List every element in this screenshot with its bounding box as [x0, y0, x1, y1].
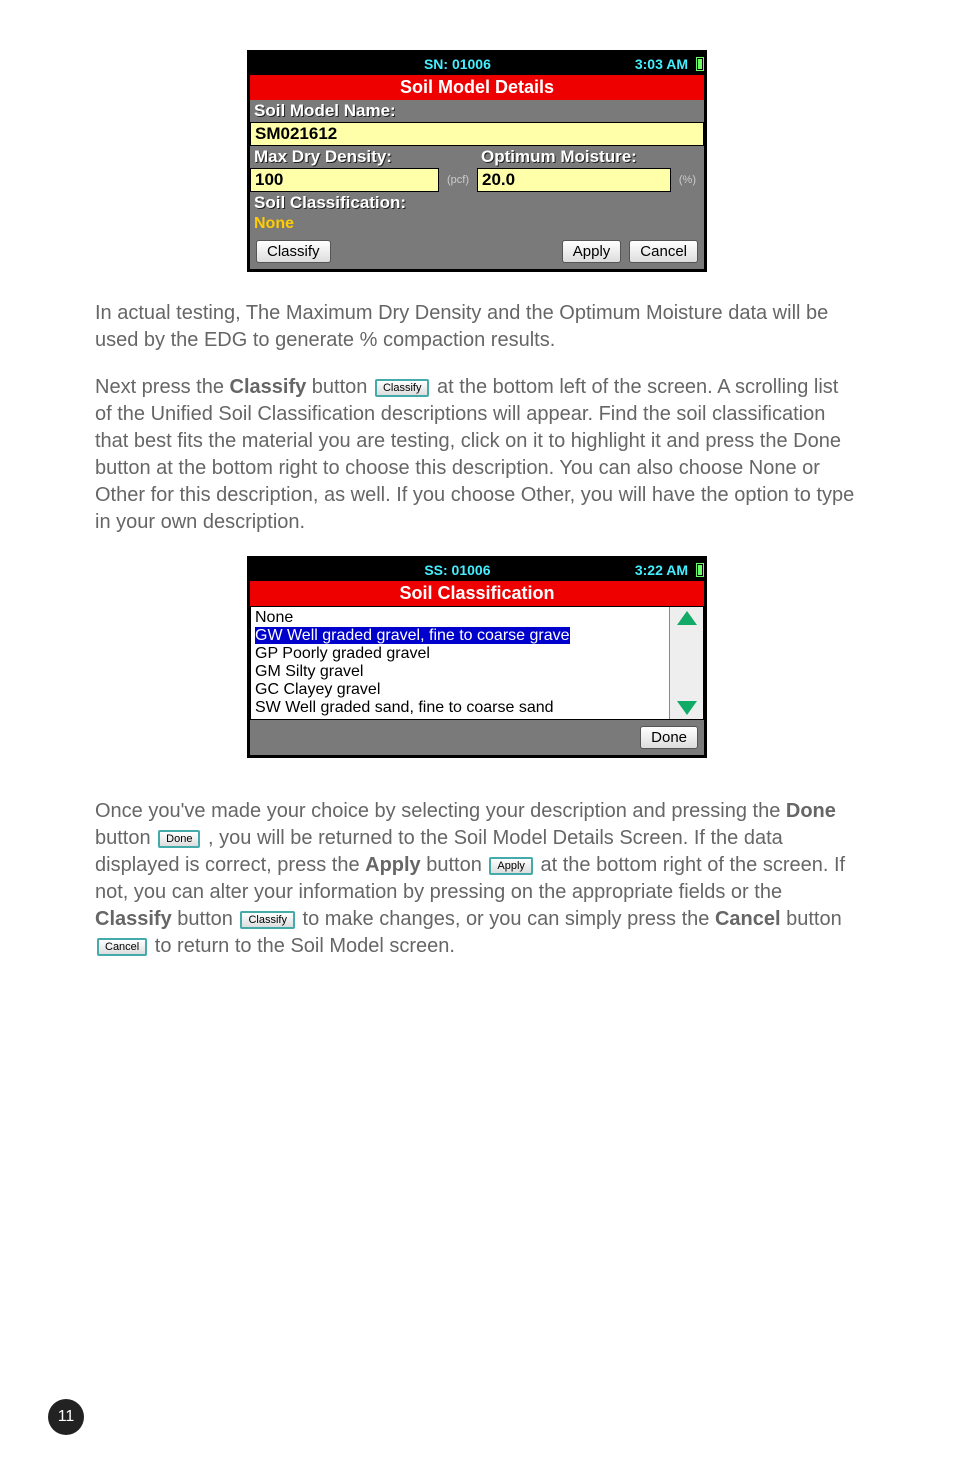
- soil-model-name-input[interactable]: SM021612: [250, 122, 704, 146]
- list-item[interactable]: None: [255, 609, 665, 627]
- page-number: 11: [48, 1399, 84, 1435]
- soil-classification-value: None: [250, 214, 704, 234]
- max-dry-density-label: Max Dry Density:: [250, 146, 477, 168]
- inline-done-button-icon: Done: [158, 830, 200, 848]
- status-bar: SN: 01006 3:03 AM: [250, 53, 704, 75]
- density-unit: (pcf): [439, 174, 477, 186]
- paragraph-1: In actual testing, The Maximum Dry Densi…: [95, 300, 859, 354]
- screen-title: Soil Classification: [250, 581, 704, 606]
- list-item[interactable]: SW Well graded sand, fine to coarse sand: [255, 699, 665, 717]
- list-item[interactable]: GC Clayey gravel: [255, 681, 665, 699]
- clock: 3:03 AM: [635, 56, 692, 72]
- scroll-down-icon[interactable]: [677, 701, 697, 715]
- button-row: Classify Apply Cancel: [250, 234, 704, 269]
- serial-number: SS: 01006: [280, 562, 635, 578]
- paragraph-3: Once you've made your choice by selectin…: [95, 798, 859, 960]
- scrollbar[interactable]: [669, 607, 703, 719]
- inline-classify-button-icon: Classify: [240, 911, 295, 929]
- inline-classify-button-icon: Classify: [375, 379, 430, 397]
- list-item[interactable]: GW Well graded gravel, fine to coarse gr…: [255, 627, 665, 645]
- button-row: Done: [250, 720, 704, 755]
- apply-button[interactable]: Apply: [562, 240, 622, 263]
- done-button[interactable]: Done: [640, 726, 698, 749]
- max-dry-density-input[interactable]: 100: [250, 168, 439, 192]
- moisture-unit: (%): [671, 174, 704, 186]
- list-item[interactable]: GP Poorly graded gravel: [255, 645, 665, 663]
- classification-list: None GW Well graded gravel, fine to coar…: [250, 606, 704, 720]
- list-item[interactable]: GM Silty gravel: [255, 663, 665, 681]
- soil-classification-label: Soil Classification:: [250, 192, 704, 214]
- inline-cancel-button-icon: Cancel: [97, 938, 147, 956]
- inline-apply-button-icon: Apply: [489, 857, 533, 875]
- cancel-button[interactable]: Cancel: [629, 240, 698, 263]
- battery-icon: [696, 563, 704, 577]
- optimum-moisture-input[interactable]: 20.0: [477, 168, 671, 192]
- paragraph-2: Next press the Classify button Classify …: [95, 374, 859, 536]
- soil-classification-screen: SS: 01006 3:22 AM Soil Classification No…: [247, 556, 707, 758]
- screen-title: Soil Model Details: [250, 75, 704, 100]
- status-bar: SS: 01006 3:22 AM: [250, 559, 704, 581]
- optimum-moisture-label: Optimum Moisture:: [477, 146, 704, 168]
- scroll-up-icon[interactable]: [677, 611, 697, 625]
- soil-model-name-label: Soil Model Name:: [250, 100, 704, 122]
- battery-icon: [696, 57, 704, 71]
- serial-number: SN: 01006: [280, 56, 635, 72]
- classify-button[interactable]: Classify: [256, 240, 331, 263]
- soil-model-details-screen: SN: 01006 3:03 AM Soil Model Details Soi…: [247, 50, 707, 272]
- clock: 3:22 AM: [635, 562, 692, 578]
